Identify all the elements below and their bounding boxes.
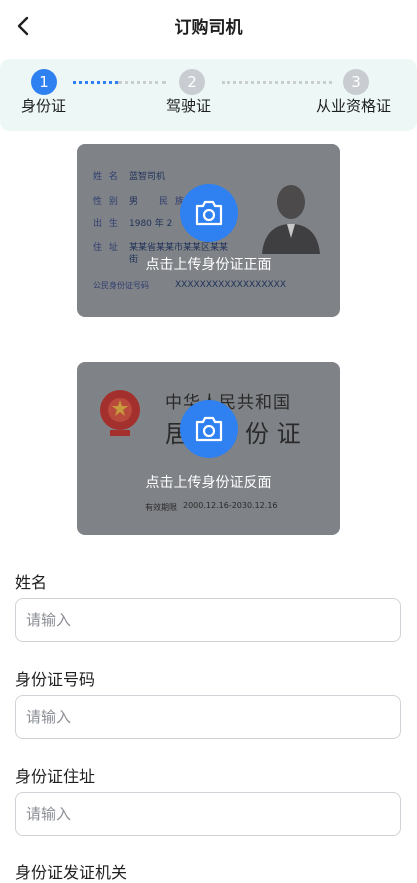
upload-back-label: 点击上传身份证反面	[145, 475, 272, 491]
idno-label: 身份证号码	[15, 670, 96, 689]
step-3-label: 从业资格证	[316, 97, 392, 115]
app-header: 订购司机	[0, 0, 417, 52]
step-connector-1	[118, 81, 166, 84]
back-valid-key: 有效期限	[145, 503, 177, 512]
back-title-right: 份 证	[245, 420, 301, 448]
step-connector-2	[222, 81, 332, 84]
front-address-value: 某某省某某市某某区某某	[129, 243, 229, 253]
idno-input[interactable]	[15, 695, 401, 739]
id-back-upload[interactable]: 中华人民共和国 居 份 证 有效期限 2000.12.16-2030.12.16…	[77, 362, 340, 535]
front-idno-value: XXXXXXXXXXXXXXXXXX	[175, 280, 286, 290]
name-input[interactable]	[15, 598, 401, 642]
front-sex-key: 性 别	[93, 197, 120, 207]
authority-label: 身份证发证机关	[15, 863, 128, 882]
step-connector-1-done	[73, 81, 118, 84]
front-address-key: 住 址	[93, 243, 120, 253]
step-1-label: 身份证	[21, 97, 67, 115]
front-birth-key: 出 生	[93, 219, 120, 229]
portrait-icon	[262, 185, 320, 254]
front-idno-key: 公民身份证号码	[93, 281, 149, 290]
id-front-upload[interactable]: 姓 名 蓝智司机 性 别 男 民 族 出 生 1980 年 2 住 址 某某省某…	[77, 144, 340, 317]
address-input[interactable]	[15, 792, 401, 836]
step-3-indicator: 3	[343, 69, 369, 95]
camera-icon	[180, 184, 238, 242]
address-label: 身份证住址	[15, 767, 96, 786]
name-label: 姓名	[15, 573, 48, 592]
camera-icon	[180, 400, 238, 458]
front-sex-value: 男	[129, 197, 139, 207]
step-2-label: 驾驶证	[166, 97, 212, 115]
page-title: 订购司机	[174, 18, 243, 38]
national-emblem-icon	[100, 390, 140, 436]
front-name-key: 姓 名	[93, 172, 120, 182]
back-valid-value: 2000.12.16-2030.12.16	[183, 501, 278, 510]
front-name-value: 蓝智司机	[129, 172, 166, 182]
step-1-indicator: 1	[31, 69, 57, 95]
upload-front-label: 点击上传身份证正面	[145, 257, 272, 273]
step-2-indicator: 2	[179, 69, 205, 95]
progress-stepper: 1 身份证 2 驾驶证 3 从业资格证	[0, 59, 417, 131]
front-birth-value: 1980 年 2	[129, 219, 173, 229]
